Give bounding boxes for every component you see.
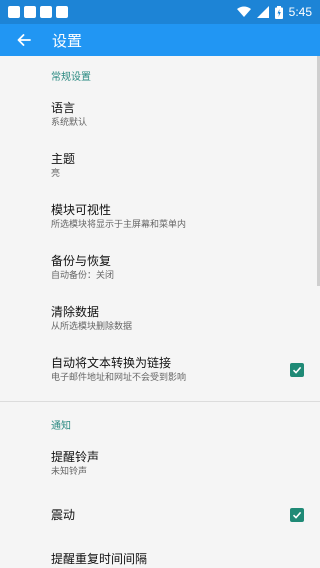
settings-list[interactable]: 常规设置 语言 系统默认 主题 亮 模块可视性 所选模块将显示于主屏幕和菜单内 … <box>0 56 320 568</box>
setting-subtitle: 所选模块将显示于主屏幕和菜单内 <box>51 219 187 230</box>
setting-auto-link[interactable]: 自动将文本转换为链接 电子邮件地址和网址不会受到影响 <box>0 344 320 395</box>
setting-reminder-ringtone[interactable]: 提醒铃声 未知铃声 <box>0 438 320 489</box>
section-header-notifications: 通知 <box>51 421 71 432</box>
setting-clear-data[interactable]: 清除数据 从所选模块删除数据 <box>0 293 320 344</box>
setting-subtitle: 系统默认 <box>51 117 88 128</box>
notification-icon <box>40 6 52 18</box>
app-bar: 设置 <box>0 24 320 56</box>
auto-link-checkbox[interactable] <box>290 362 304 377</box>
checkmark-icon <box>292 511 302 519</box>
checkmark-icon <box>292 366 302 374</box>
setting-subtitle: 亮 <box>51 168 61 179</box>
setting-title: 主题 <box>51 151 76 166</box>
setting-title: 震动 <box>51 507 76 522</box>
setting-subtitle: 未知铃声 <box>51 466 88 477</box>
setting-title: 提醒铃声 <box>51 449 100 464</box>
setting-subtitle: 自动备份：关闭 <box>51 270 115 281</box>
wifi-icon <box>236 6 251 18</box>
section-header-general: 常规设置 <box>51 72 91 83</box>
setting-subtitle: 电子邮件地址和网址不会受到影响 <box>51 372 187 383</box>
setting-title: 语言 <box>51 100 76 115</box>
notification-icon <box>56 6 68 18</box>
setting-title: 提醒重复时间间隔 <box>51 551 148 566</box>
setting-title: 清除数据 <box>51 304 100 319</box>
arrow-left-icon <box>17 34 31 46</box>
page-title: 设置 <box>52 31 83 50</box>
status-bar: 5:45 <box>0 0 320 24</box>
setting-reminder-repeat-interval[interactable]: 提醒重复时间间隔 无 <box>0 540 320 568</box>
setting-module-visibility[interactable]: 模块可视性 所选模块将显示于主屏幕和菜单内 <box>0 191 320 242</box>
setting-language[interactable]: 语言 系统默认 <box>0 89 320 140</box>
setting-subtitle: 从所选模块删除数据 <box>51 321 133 332</box>
battery-icon <box>274 5 283 19</box>
setting-title: 备份与恢复 <box>51 253 112 268</box>
notification-icon <box>8 6 20 18</box>
setting-backup-restore[interactable]: 备份与恢复 自动备份：关闭 <box>0 242 320 293</box>
setting-theme[interactable]: 主题 亮 <box>0 140 320 191</box>
notification-icons <box>8 6 68 18</box>
vibrate-checkbox[interactable] <box>290 507 304 522</box>
back-button[interactable] <box>0 24 48 56</box>
signal-icon <box>256 6 269 18</box>
setting-vibrate[interactable]: 震动 <box>0 489 320 540</box>
notification-icon <box>24 6 36 18</box>
setting-title: 自动将文本转换为链接 <box>51 355 172 370</box>
clock: 5:45 <box>288 5 312 19</box>
setting-title: 模块可视性 <box>51 202 112 217</box>
